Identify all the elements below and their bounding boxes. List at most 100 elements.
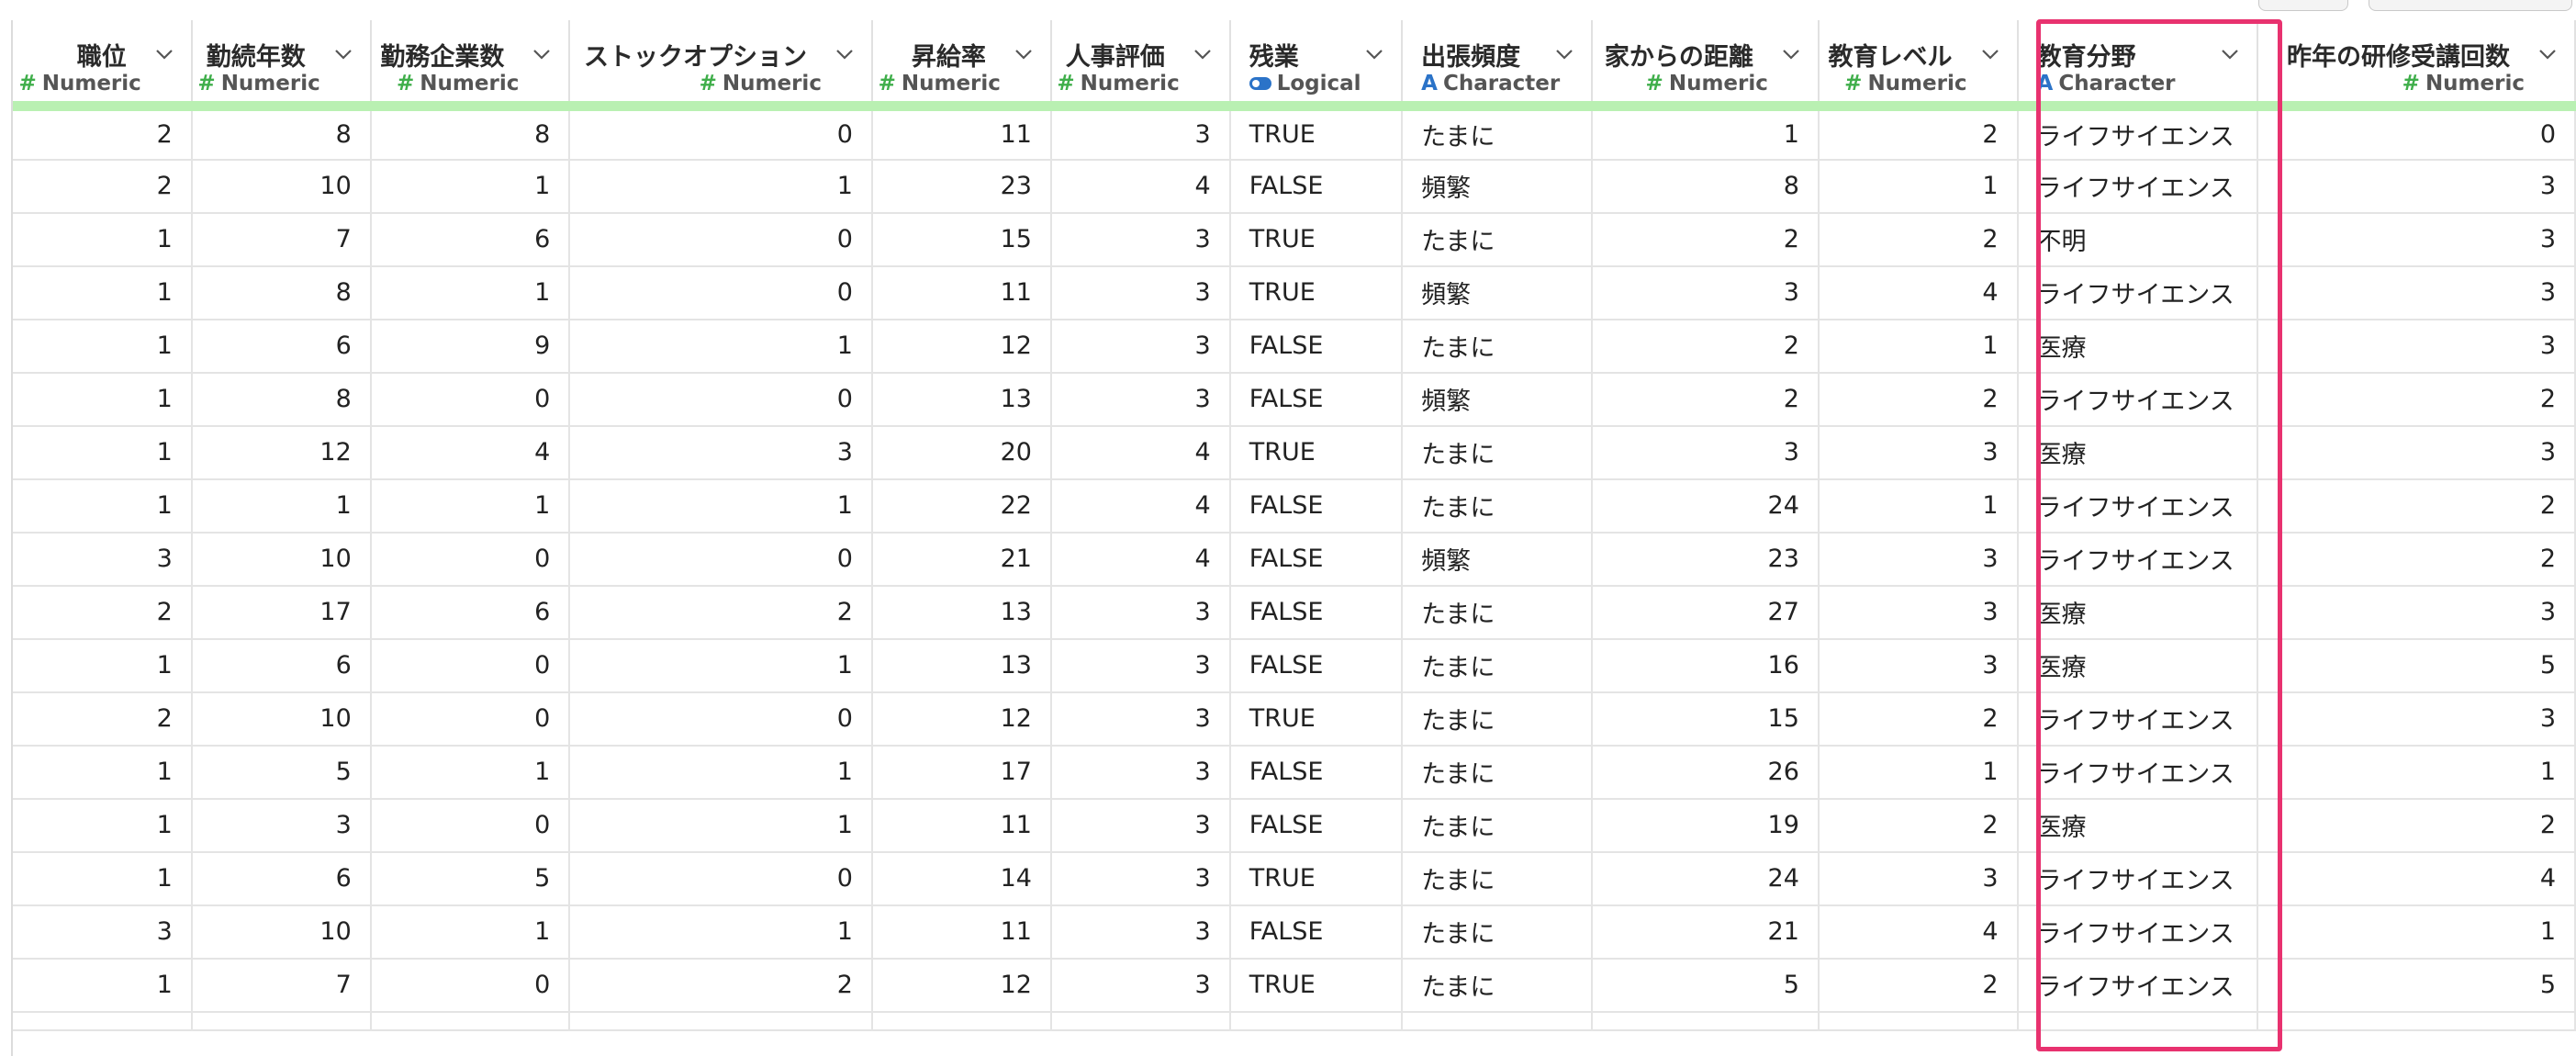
table-cell[interactable]: 0 [569,265,873,320]
table-cell[interactable]: FALSE [1229,798,1404,853]
table-cell[interactable]: TRUE [1229,425,1404,480]
table-cell[interactable]: 1 [569,638,873,693]
table-cell[interactable]: 不明 [2017,212,2259,267]
table-cell[interactable]: 3 [2257,585,2576,640]
table-cell[interactable]: 8 [370,106,571,161]
table-cell[interactable]: 1 [13,745,193,800]
table-cell[interactable]: 21 [1592,904,1820,960]
table-cell[interactable]: 3 [1050,106,1231,161]
table-cell[interactable]: 2 [2257,478,2576,534]
table-cell[interactable]: 3 [2257,265,2576,320]
table-cell[interactable]: 2 [1818,106,2019,161]
table-cell[interactable]: 6 [370,585,571,640]
table-cell[interactable]: 19 [1592,798,1820,853]
table-cell[interactable]: 2 [13,106,193,161]
table-cell[interactable]: 11 [871,798,1052,853]
table-cell[interactable]: TRUE [1229,691,1404,747]
table-cell[interactable]: 0 [370,638,571,693]
table-cell[interactable]: たまに [1402,106,1594,161]
table-cell[interactable]: TRUE [1229,212,1404,267]
table-cell[interactable]: 0 [370,532,571,587]
table-cell[interactable]: 3 [1050,691,1231,747]
table-cell[interactable]: 0 [569,212,873,267]
table-cell[interactable]: FALSE [1229,638,1404,693]
table-cell[interactable]: たまに [1402,745,1594,800]
table-cell[interactable]: 2 [13,159,193,214]
table-cell[interactable]: 3 [1818,532,2019,587]
chevron-down-icon[interactable] [1781,44,1801,64]
table-cell[interactable]: 12 [871,958,1052,1013]
table-cell[interactable]: 2 [2257,532,2576,587]
table-cell[interactable]: 3 [1050,904,1231,960]
chevron-down-icon[interactable] [2537,44,2558,64]
table-cell[interactable]: 1 [569,319,873,374]
chevron-down-icon[interactable] [532,44,552,64]
table-cell[interactable]: 3 [1050,585,1231,640]
table-cell[interactable]: 6 [370,212,571,267]
table-cell[interactable]: FALSE [1229,585,1404,640]
table-cell[interactable]: 3 [1818,585,2019,640]
table-cell[interactable]: 12 [871,319,1052,374]
table-cell[interactable]: 頻繁 [1402,532,1594,587]
table-cell[interactable]: 3 [1818,851,2019,906]
table-cell[interactable]: 4 [1818,265,2019,320]
table-cell[interactable]: 3 [1050,319,1231,374]
table-cell[interactable]: 1 [1592,106,1820,161]
table-cell[interactable]: 1 [13,851,193,906]
column-header[interactable]: 教育レベル # Numeric [1818,20,2019,111]
table-cell[interactable]: 3 [191,798,372,853]
table-cell[interactable]: 4 [1818,904,2019,960]
table-cell[interactable]: 1 [569,159,873,214]
table-cell[interactable]: 2 [1818,798,2019,853]
table-cell[interactable]: 3 [13,532,193,587]
table-cell[interactable]: 6 [191,638,372,693]
table-cell[interactable]: ライフサイエンス [2017,958,2259,1013]
table-cell[interactable]: 0 [569,106,873,161]
table-cell[interactable]: 0 [569,372,873,427]
table-cell[interactable]: 3 [1050,851,1231,906]
table-cell[interactable]: 2 [1592,372,1820,427]
table-cell[interactable]: 2 [1818,372,2019,427]
table-cell[interactable]: 13 [871,372,1052,427]
chevron-down-icon[interactable] [1193,44,1213,64]
table-cell[interactable]: 7 [191,958,372,1013]
table-cell[interactable]: 1 [1818,745,2019,800]
table-cell[interactable]: 1 [13,212,193,267]
chevron-down-icon[interactable] [1014,44,1034,64]
column-header[interactable]: 人事評価 # Numeric [1050,20,1231,111]
table-cell[interactable]: FALSE [1229,372,1404,427]
table-cell[interactable]: ライフサイエンス [2017,478,2259,534]
table-cell[interactable]: FALSE [1229,745,1404,800]
table-cell[interactable]: 頻繁 [1402,265,1594,320]
table-cell[interactable]: 3 [1050,212,1231,267]
table-cell[interactable]: 16 [1592,638,1820,693]
table-cell[interactable]: 頻繁 [1402,159,1594,214]
table-cell[interactable]: 1 [13,372,193,427]
table-cell[interactable]: 3 [1050,372,1231,427]
table-cell[interactable]: 1 [569,478,873,534]
table-cell[interactable]: 10 [191,159,372,214]
table-cell[interactable]: 0 [2257,106,2576,161]
table-cell[interactable]: 4 [1050,478,1231,534]
table-cell[interactable]: ライフサイエンス [2017,372,2259,427]
table-cell[interactable]: 5 [2257,958,2576,1013]
table-cell[interactable]: 1 [2257,745,2576,800]
table-cell[interactable]: 2 [1592,212,1820,267]
table-cell[interactable]: 2 [1818,212,2019,267]
table-cell[interactable]: 4 [2257,851,2576,906]
table-cell[interactable]: 20 [871,425,1052,480]
table-cell[interactable]: 医療 [2017,425,2259,480]
chevron-down-icon[interactable] [1554,44,1574,64]
table-cell[interactable]: 1 [13,425,193,480]
table-cell[interactable]: TRUE [1229,106,1404,161]
table-cell[interactable]: たまに [1402,585,1594,640]
table-cell[interactable]: 11 [871,106,1052,161]
column-header[interactable]: 教育分野 A Character [2017,20,2259,111]
table-cell[interactable]: 24 [1592,478,1820,534]
table-cell[interactable]: 3 [569,425,873,480]
table-cell[interactable]: 1 [569,904,873,960]
table-cell[interactable]: 1 [569,798,873,853]
table-cell[interactable]: 0 [370,798,571,853]
chevron-down-icon[interactable] [2220,44,2240,64]
table-cell[interactable]: TRUE [1229,851,1404,906]
